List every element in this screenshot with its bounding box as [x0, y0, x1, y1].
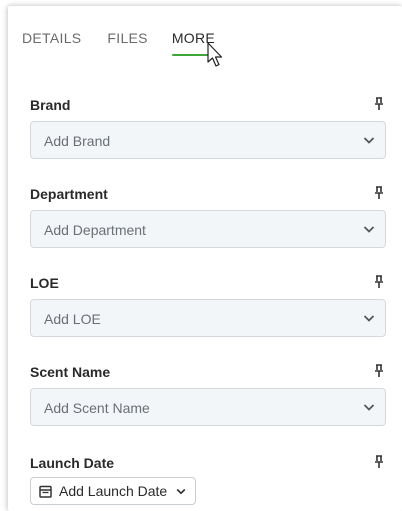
brand-select[interactable]: Add Brand — [30, 121, 386, 159]
scent-name-label: Scent Name — [30, 364, 111, 380]
calendar-icon — [39, 485, 52, 498]
brand-label: Brand — [30, 97, 71, 113]
tab-details[interactable]: DETAILS — [22, 30, 81, 46]
loe-label: LOE — [30, 275, 59, 291]
tab-files[interactable]: FILES — [107, 30, 147, 46]
mouse-cursor-icon — [207, 42, 223, 67]
department-select[interactable]: Add Department — [30, 210, 386, 248]
department-placeholder: Add Department — [44, 222, 146, 238]
scent-name-field: Scent Name Add Scent Name — [30, 364, 388, 426]
pin-icon[interactable] — [374, 275, 384, 289]
launch-date-field: Launch Date Add Launch Date — [30, 455, 388, 505]
loe-field: LOE Add LOE — [30, 275, 388, 337]
details-panel — [8, 6, 402, 511]
chevron-down-icon — [363, 226, 375, 233]
brand-placeholder: Add Brand — [44, 133, 111, 149]
loe-select[interactable]: Add LOE — [30, 299, 386, 337]
department-label: Department — [30, 186, 108, 202]
scent-name-select[interactable]: Add Scent Name — [30, 388, 386, 426]
chevron-down-icon — [363, 137, 375, 144]
chevron-down-icon — [363, 315, 375, 322]
pin-icon[interactable] — [374, 97, 384, 111]
chevron-down-icon — [363, 404, 375, 411]
scent-name-placeholder: Add Scent Name — [44, 400, 150, 416]
loe-placeholder: Add LOE — [44, 311, 101, 327]
pin-icon[interactable] — [374, 455, 384, 469]
tab-bar: DETAILS FILES MORE — [22, 30, 216, 56]
chevron-down-icon — [176, 488, 186, 494]
pin-icon[interactable] — [374, 364, 384, 378]
brand-field: Brand Add Brand — [30, 97, 388, 159]
add-launch-date-label: Add Launch Date — [59, 483, 168, 499]
add-launch-date-button[interactable]: Add Launch Date — [30, 477, 197, 505]
department-field: Department Add Department — [30, 186, 388, 248]
pin-icon[interactable] — [374, 186, 384, 200]
launch-date-label: Launch Date — [30, 455, 115, 471]
